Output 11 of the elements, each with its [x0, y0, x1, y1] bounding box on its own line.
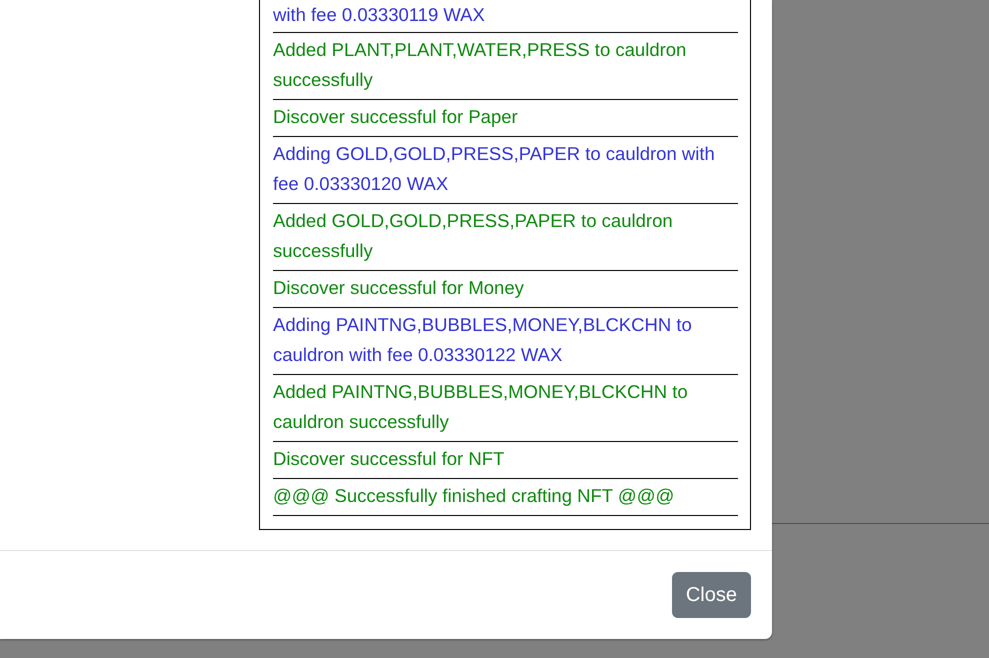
log-entry: Discover successful for Money	[273, 271, 738, 308]
log-entry: Added PAINTNG,BUBBLES,MONEY,BLCKCHN to cauldron successfully	[273, 375, 738, 442]
log-entry: Discover successful for Paper	[273, 100, 738, 137]
close-button[interactable]: Close	[672, 572, 751, 618]
log-entry: Added PLANT,PLANT,WATER,PRESS to cauldron successfully	[273, 33, 738, 100]
log-entry: Adding PAINTNG,BUBBLES,MONEY,BLCKCHN to cauldron with fee 0.03330122 WAX	[273, 308, 738, 375]
log-entry: Added GOLD,GOLD,PRESS,PAPER to cauldron successfully	[273, 204, 738, 271]
log-entry: with fee 0.03330119 WAX	[273, 0, 738, 33]
log-entry: @@@ Successfully finished crafting NFT @@@	[273, 479, 738, 516]
log-entry: Discover successful for NFT	[273, 442, 738, 479]
log-entry: Adding GOLD,GOLD,PRESS,PAPER to cauldron with fee 0.03330120 WAX	[273, 137, 738, 204]
